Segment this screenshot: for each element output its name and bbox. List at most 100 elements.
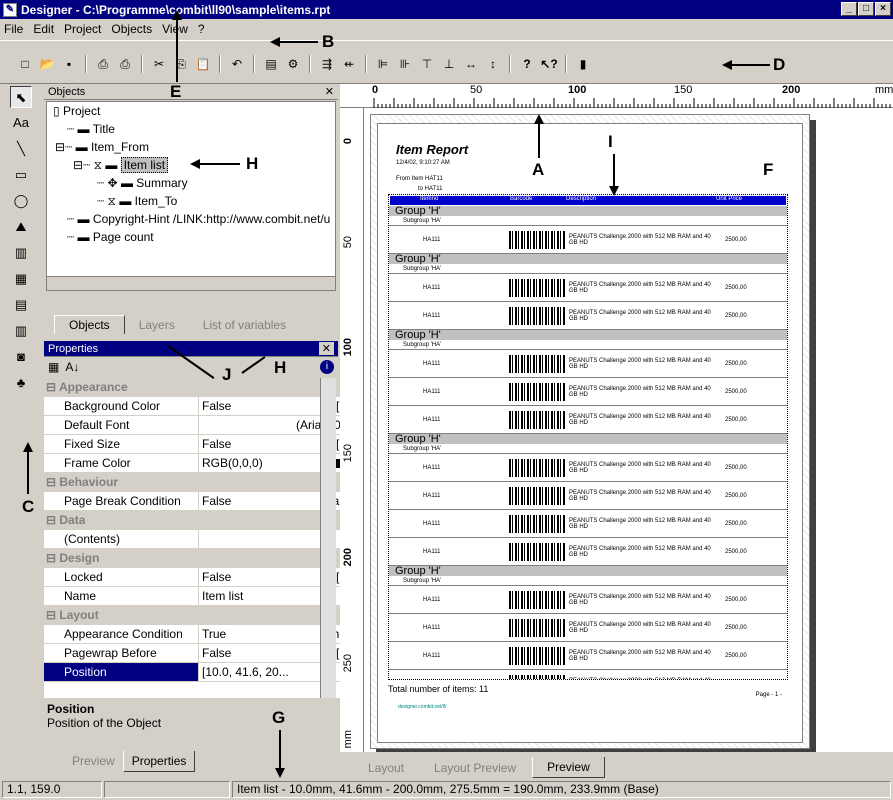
group-header: Group 'H' <box>389 566 787 577</box>
property-value[interactable]: RGB(0,0,0) <box>199 454 362 472</box>
close-icon[interactable]: ✕ <box>325 85 334 98</box>
property-row[interactable]: Background ColorFalse[No] <box>44 397 362 416</box>
tree-node-summary[interactable]: ┈ ✥ ▬ Summary <box>47 174 335 192</box>
property-row[interactable]: Appearance ConditionTrue[Show] <box>44 625 362 644</box>
property-category[interactable]: ⊟ Behaviour <box>44 473 362 492</box>
property-row[interactable]: (Contents) <box>44 530 362 549</box>
menu-objects[interactable]: Objects <box>111 22 152 36</box>
property-value[interactable]: False[No] <box>199 644 362 662</box>
chart-tool-icon[interactable]: ▥ <box>10 320 32 342</box>
property-category[interactable]: ⊟ Layout <box>44 606 362 625</box>
open-folder-icon[interactable]: 📂 <box>38 55 56 73</box>
property-category[interactable]: ⊟ Data <box>44 511 362 530</box>
ellipse-tool-icon[interactable]: ◯ <box>10 190 32 212</box>
help-icon[interactable]: ? <box>518 55 536 73</box>
property-row[interactable]: Pagewrap BeforeFalse[No] <box>44 644 362 663</box>
app-icon[interactable]: ✎ <box>3 2 17 17</box>
select-tool-icon[interactable]: ⬉ <box>10 86 32 108</box>
tab-layout[interactable]: Layout <box>354 758 418 778</box>
property-value[interactable]: False[False] <box>199 492 362 510</box>
property-row[interactable]: Fixed SizeFalse[No] <box>44 435 362 454</box>
property-row[interactable]: Position[10.0, 41.6, 20...... <box>44 663 362 682</box>
properties-icon[interactable]: ⚙ <box>284 55 302 73</box>
tab-list-of-variables[interactable]: List of variables <box>189 316 300 334</box>
property-row[interactable]: Page Break ConditionFalse[False] <box>44 492 362 511</box>
close-icon[interactable]: ✕ <box>318 342 334 355</box>
tab-properties[interactable]: Properties <box>122 751 196 772</box>
info-icon[interactable]: i <box>320 360 334 374</box>
tab-preview-view[interactable]: Preview <box>532 757 605 778</box>
same-height-icon[interactable]: ↕ <box>484 55 502 73</box>
item-list-object[interactable]: Itemno Barcode Description Unit Price Gr… <box>388 194 788 680</box>
cut-icon[interactable]: ✂ <box>150 55 168 73</box>
property-value[interactable]: (Arial 10 pt) <box>199 416 362 434</box>
property-row[interactable]: Name Item list <box>44 587 362 606</box>
minimize-button[interactable]: _ <box>841 2 857 16</box>
copy-icon[interactable]: ⎘ <box>172 55 190 73</box>
context-help-icon[interactable]: ↖? <box>540 55 558 73</box>
menu-file[interactable]: File <box>4 22 23 36</box>
undo-icon[interactable]: ↶ <box>228 55 246 73</box>
property-row[interactable]: Default Font(Arial 10 pt) <box>44 416 362 435</box>
align-right-icon[interactable]: ⊪ <box>396 55 414 73</box>
layer-icon[interactable]: ▮ <box>574 55 592 73</box>
menu-edit[interactable]: Edit <box>33 22 54 36</box>
menu-view[interactable]: View <box>162 22 188 36</box>
new-file-icon[interactable]: □ <box>16 55 34 73</box>
tree-node-project[interactable]: ▯ Project <box>47 102 335 120</box>
align-top-icon[interactable]: ⊤ <box>418 55 436 73</box>
menu-project[interactable]: Project <box>64 22 101 36</box>
text-tool-icon[interactable]: Aa <box>10 112 32 134</box>
property-grid[interactable]: ⊟ AppearanceBackground ColorFalse[No]Def… <box>44 378 362 698</box>
print-preview-icon[interactable]: ⎙ <box>116 55 134 73</box>
ole-tool-icon[interactable]: ◙ <box>10 346 32 368</box>
property-value[interactable]: Item list <box>199 587 362 605</box>
property-row[interactable]: Frame Color RGB(0,0,0) <box>44 454 362 473</box>
barcode-tool-icon[interactable]: ▥ <box>10 242 32 264</box>
tree-node-item-from[interactable]: ⊟┈ ▬ Item_From <box>47 138 335 156</box>
close-button[interactable]: × <box>875 2 891 16</box>
table-tool-icon[interactable]: ▦ <box>10 268 32 290</box>
same-width-icon[interactable]: ↔ <box>462 55 480 73</box>
save-icon[interactable]: ▪ <box>60 55 78 73</box>
tree-node-item-to[interactable]: ┈ ⧖ ▬ Item_To <box>47 192 335 210</box>
page-setup-icon[interactable]: ▤ <box>262 55 280 73</box>
barcode-icon <box>509 278 565 297</box>
sort-az-icon[interactable]: A↓ <box>65 360 79 374</box>
tree-hscrollbar[interactable] <box>47 276 335 290</box>
layout-workspace[interactable]: 0 50 100 150 200 mm 0 50 100 150 200 250… <box>340 84 893 752</box>
objects-panel-header: Objects ✕ <box>44 84 338 100</box>
tree-node-copyright[interactable]: ┈ ▬ Copyright-Hint /LINK:http://www.comb… <box>47 210 335 228</box>
tab-objects[interactable]: Objects <box>54 315 125 334</box>
tree-node-page-count[interactable]: ┈ ▬ Page count <box>47 228 335 246</box>
property-value[interactable]: False[No] <box>199 568 362 586</box>
tab-layers[interactable]: Layers <box>125 316 189 334</box>
richtext-tool-icon[interactable]: ♣ <box>10 372 32 394</box>
maximize-button[interactable]: □ <box>858 2 874 16</box>
property-value[interactable]: [10.0, 41.6, 20...... <box>199 663 362 681</box>
rectangle-tool-icon[interactable]: ▭ <box>10 164 32 186</box>
property-category[interactable]: ⊟ Appearance <box>44 378 362 397</box>
forward-icon[interactable]: ⇶ <box>318 55 336 73</box>
tab-layout-preview[interactable]: Layout Preview <box>420 758 530 778</box>
form-tool-icon[interactable]: ▤ <box>10 294 32 316</box>
print-icon[interactable]: ⎙ <box>94 55 112 73</box>
property-value[interactable]: True[Show] <box>199 625 362 643</box>
paste-icon[interactable]: 📋 <box>194 55 212 73</box>
tab-preview[interactable]: Preview <box>64 751 123 772</box>
property-value[interactable]: False[No] <box>199 397 362 415</box>
drawing-tool-icon[interactable]: ⛰ <box>10 216 32 238</box>
line-tool-icon[interactable]: ╲ <box>10 138 32 160</box>
property-value[interactable] <box>199 530 362 548</box>
categorized-icon[interactable]: ▦ <box>48 360 59 374</box>
align-bottom-icon[interactable]: ⊥ <box>440 55 458 73</box>
report-page[interactable]: Item Report 12/4/02, 9:10:27 AM From Ite… <box>370 114 810 749</box>
menu-help[interactable]: ? <box>198 22 205 36</box>
backward-icon[interactable]: ⇷ <box>340 55 358 73</box>
property-row[interactable]: LockedFalse[No] <box>44 568 362 587</box>
align-left-icon[interactable]: ⊫ <box>374 55 392 73</box>
property-scrollbar[interactable] <box>320 378 336 698</box>
tree-node-title[interactable]: ┈ ▬ Title <box>47 120 335 138</box>
property-value[interactable]: False[No] <box>199 435 362 453</box>
property-category[interactable]: ⊟ Design <box>44 549 362 568</box>
